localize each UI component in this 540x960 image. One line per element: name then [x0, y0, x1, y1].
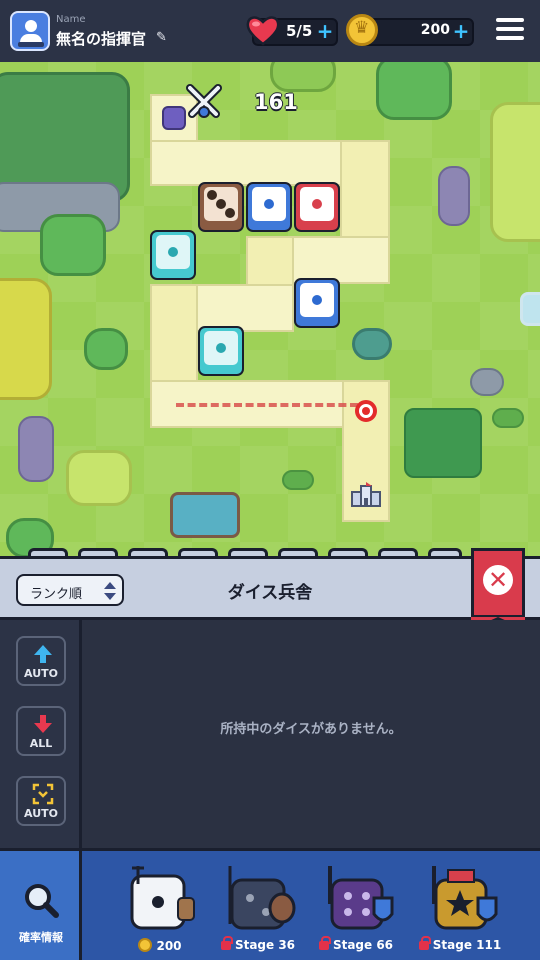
- bush: [404, 408, 482, 478]
- player-name[interactable]: 無名の指揮官: [56, 28, 146, 49]
- tree: [0, 278, 52, 400]
- merge-icon: [32, 783, 54, 805]
- lock-icon: [220, 936, 233, 950]
- arrow-up-icon: [34, 645, 52, 663]
- slot-unlock: Stage 36: [210, 936, 306, 952]
- slot-unlock: Stage 111: [412, 936, 508, 952]
- crossed-swords-icon: [186, 84, 222, 118]
- bush: [492, 408, 524, 428]
- name-label: Name: [56, 14, 86, 25]
- pond: [170, 492, 240, 538]
- coin-icon: [138, 938, 153, 952]
- arrow-down-icon: [34, 715, 52, 733]
- pond: [520, 292, 540, 326]
- panel-title: ダイス兵舎: [227, 583, 313, 603]
- unit-slot-dice[interactable]: 200: [112, 856, 208, 960]
- slot-unlock-stage: Stage 111: [432, 938, 502, 952]
- hearts-value: 5/5: [286, 22, 313, 40]
- lock-icon: [418, 936, 431, 950]
- heart-icon: [246, 16, 280, 46]
- slot-price-value: 200: [156, 939, 182, 953]
- tree: [352, 328, 392, 360]
- add-hearts-button[interactable]: +: [316, 21, 334, 41]
- dice-brown[interactable]: [198, 182, 244, 232]
- rock: [18, 416, 54, 482]
- close-button[interactable]: ✕: [471, 548, 525, 629]
- royal-unit-portrait: [432, 866, 498, 930]
- game-field: [0, 62, 540, 560]
- slot-price: 200: [112, 938, 208, 953]
- dice-blue[interactable]: [294, 278, 340, 328]
- pencil-icon[interactable]: ✎: [156, 30, 170, 45]
- auto-merge-button[interactable]: AUTO: [16, 776, 66, 826]
- downgrade-all-button[interactable]: ALL: [16, 706, 66, 756]
- rock: [438, 166, 470, 226]
- auto-upgrade-button[interactable]: AUTO: [16, 636, 66, 686]
- all-label: ALL: [29, 737, 53, 750]
- lock-icon: [318, 936, 331, 950]
- enemy-unit: [162, 106, 186, 130]
- tree: [270, 62, 336, 92]
- probability-info-label: 確率情報: [19, 931, 63, 944]
- add-coins-button[interactable]: +: [452, 21, 470, 41]
- rock: [470, 368, 504, 396]
- tree: [84, 328, 128, 370]
- close-icon: ✕: [483, 565, 513, 595]
- dice-cyan[interactable]: [150, 230, 196, 280]
- menu-icon[interactable]: [496, 18, 524, 44]
- target-marker-icon: [355, 400, 377, 422]
- knight-unit-portrait: [328, 866, 394, 930]
- unit-slot-stage-66[interactable]: Stage 66: [308, 856, 404, 960]
- coins-value: 200: [420, 22, 450, 38]
- wave-counter: 161: [254, 90, 298, 114]
- slot-unlock-stage: Stage 66: [332, 938, 394, 952]
- auto-merge-label: AUTO: [24, 807, 58, 820]
- unit-slot-stage-36[interactable]: Stage 36: [210, 856, 306, 960]
- enemy-route-line: [176, 403, 358, 407]
- bush: [282, 470, 314, 490]
- dice-cyan[interactable]: [198, 326, 244, 376]
- tree: [490, 102, 540, 242]
- unit-slot-stage-111[interactable]: Stage 111: [412, 856, 508, 960]
- empty-message: 所持中のダイスがありません。: [220, 722, 402, 737]
- dice-unit-portrait: [130, 866, 195, 930]
- profile-avatar[interactable]: [10, 11, 50, 51]
- tree: [66, 450, 132, 506]
- coin-icon: [346, 14, 378, 46]
- probability-info-button[interactable]: 確率情報: [0, 848, 82, 960]
- tree: [376, 62, 452, 120]
- auto-upgrade-label: AUTO: [24, 667, 58, 680]
- tree: [40, 214, 106, 276]
- slot-unlock-stage: Stage 36: [234, 938, 296, 952]
- magnifier-icon: [25, 884, 59, 918]
- dice-red[interactable]: [294, 182, 340, 232]
- castle-icon: [351, 482, 381, 507]
- spear-unit-portrait: [228, 866, 296, 930]
- slot-unlock: Stage 66: [308, 936, 404, 952]
- dice-blue[interactable]: [246, 182, 292, 232]
